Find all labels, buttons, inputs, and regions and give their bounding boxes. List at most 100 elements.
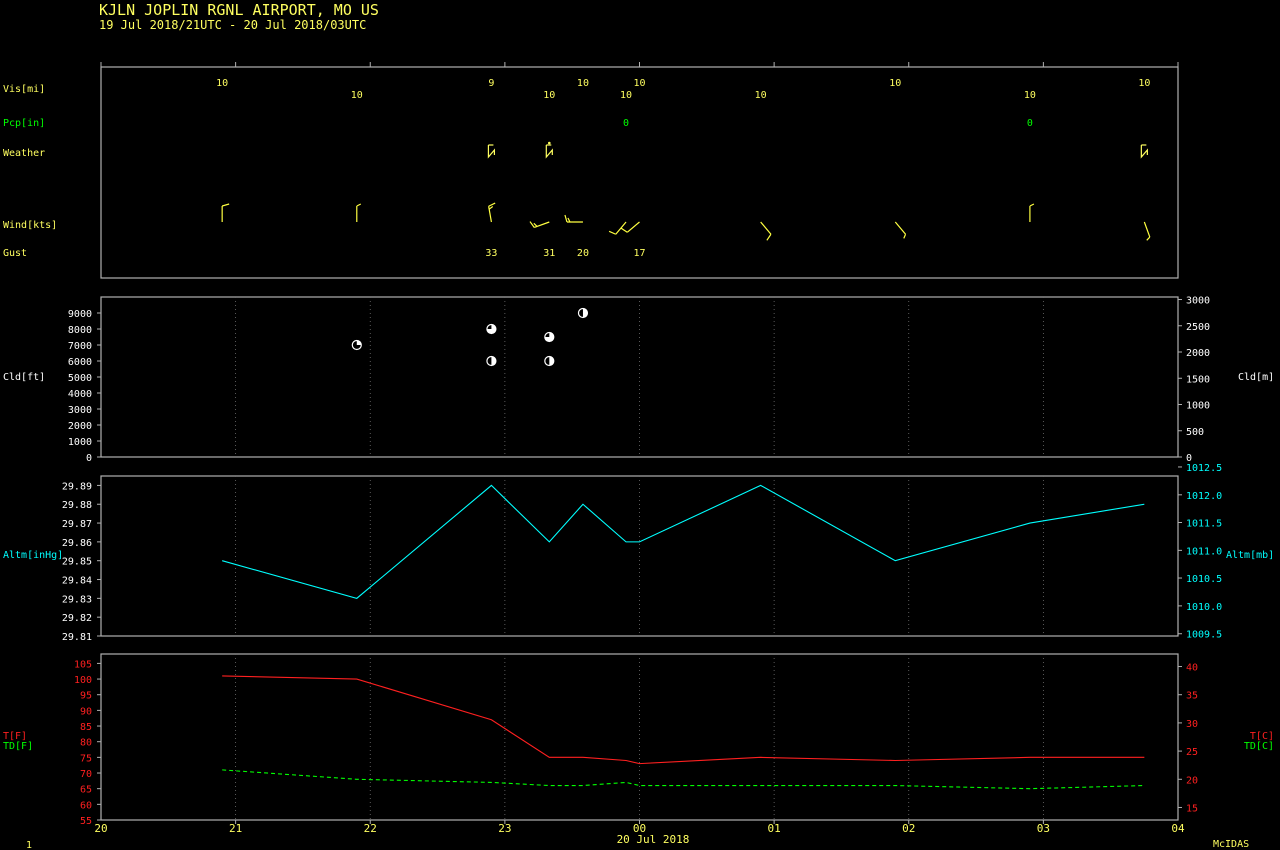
altimeter-mb-tick-label: 1011.5 bbox=[1186, 518, 1222, 529]
temp-f-tick-label: 85 bbox=[80, 722, 92, 733]
precip-value: 0 bbox=[623, 118, 629, 129]
altimeter-inhg-tick-label: 29.81 bbox=[62, 632, 92, 643]
precip-value: 0 bbox=[1027, 118, 1033, 129]
x-tick-label: 20 bbox=[94, 822, 107, 835]
dewpoint-c-axis-title: TD[C] bbox=[1244, 741, 1274, 752]
temp-c-tick-label: 35 bbox=[1186, 691, 1198, 702]
temp-c-tick-label: 30 bbox=[1186, 719, 1198, 730]
gust-value: 17 bbox=[633, 248, 645, 259]
cloud-ft-tick-label: 9000 bbox=[68, 309, 92, 320]
altimeter-inhg-axis-title: Altm[inHg] bbox=[3, 550, 63, 561]
temp-c-tick-label: 15 bbox=[1186, 803, 1198, 814]
dewpoint-line bbox=[222, 769, 1145, 790]
visibility-value: 10 bbox=[633, 78, 645, 89]
visibility-value: 10 bbox=[1138, 78, 1150, 89]
cloud-cover-marker bbox=[544, 331, 555, 343]
wind-barb-flag bbox=[356, 203, 362, 207]
weather-symbol-stroke bbox=[487, 145, 496, 159]
wind-barb-staff bbox=[1143, 221, 1151, 238]
temp-f-tick-label: 75 bbox=[80, 753, 92, 764]
altimeter-line bbox=[222, 484, 1145, 599]
meteogram: KJLN JOPLIN RGNL AIRPORT, MO US 19 Jul 2… bbox=[3, 1, 1274, 850]
temp-f-tick-label: 100 bbox=[74, 675, 92, 686]
cloud-cover-marker bbox=[486, 355, 497, 367]
altimeter-inhg-tick-label: 29.86 bbox=[62, 538, 92, 549]
visibility-value: 9 bbox=[488, 78, 494, 89]
wind-barb-staff bbox=[894, 221, 907, 235]
temp-c-tick-label: 40 bbox=[1186, 663, 1198, 674]
cloud-cover-fill bbox=[356, 340, 362, 345]
altimeter-inhg-tick-label: 29.84 bbox=[62, 576, 92, 587]
thunderstorm-icon bbox=[487, 144, 496, 159]
visibility-value: 10 bbox=[543, 90, 555, 101]
visibility-value: 10 bbox=[577, 78, 589, 89]
altimeter-mb-tick-label: 1009.5 bbox=[1186, 630, 1222, 641]
altimeter-mb-tick-label: 1012.0 bbox=[1186, 491, 1222, 502]
thunderstorm-icon bbox=[1140, 144, 1148, 159]
cloud-ft-tick-label: 7000 bbox=[68, 341, 92, 352]
wind-barb-flag bbox=[529, 221, 535, 228]
station-title: KJLN JOPLIN RGNL AIRPORT, MO US bbox=[99, 1, 379, 19]
visibility-value: 10 bbox=[755, 90, 767, 101]
temperature-line bbox=[222, 675, 1145, 765]
wind-barb-flag bbox=[221, 203, 230, 207]
wind-barb-flag bbox=[1029, 203, 1035, 207]
visibility-row-label: Vis[mi] bbox=[3, 84, 45, 95]
temp-f-tick-label: 80 bbox=[80, 738, 92, 749]
wind-barb-flag bbox=[903, 234, 907, 239]
cloud-m-tick-label: 2500 bbox=[1186, 322, 1210, 333]
cloud-m-axis-title: Cld[m] bbox=[1238, 372, 1274, 383]
visibility-value: 10 bbox=[216, 78, 228, 89]
cloud-m-tick-label: 500 bbox=[1186, 427, 1204, 438]
x-tick-label: 23 bbox=[498, 822, 511, 835]
visibility-value: 10 bbox=[1024, 90, 1036, 101]
cloud-m-tick-label: 2000 bbox=[1186, 348, 1210, 359]
mcidas-label: McIDAS bbox=[1213, 839, 1249, 850]
altimeter-inhg-tick-label: 29.87 bbox=[62, 519, 92, 530]
date-label: 20 Jul 2018 bbox=[617, 833, 690, 846]
altimeter-inhg-tick-label: 29.85 bbox=[62, 557, 92, 568]
cloud-cover-marker bbox=[351, 339, 362, 351]
frame-number: 1 bbox=[26, 840, 32, 850]
precip-row-label: Pcp[in] bbox=[3, 118, 45, 129]
cloud-ft-tick-label: 0 bbox=[86, 453, 92, 464]
chart-marks: 20 21 22 23 00 01 02 03 041010910101010101010100… bbox=[62, 62, 1222, 835]
temp-f-tick-label: 90 bbox=[80, 706, 92, 717]
altimeter-inhg-tick-label: 29.83 bbox=[62, 594, 92, 605]
x-tick-label: 21 bbox=[229, 822, 242, 835]
cloud-ft-tick-label: 2000 bbox=[68, 421, 92, 432]
wind-barb-flag bbox=[620, 227, 628, 233]
altimeter-mb-tick-label: 1010.5 bbox=[1186, 574, 1222, 585]
temp-f-tick-label: 55 bbox=[80, 816, 92, 827]
cloud-ft-tick-label: 6000 bbox=[68, 357, 92, 368]
wind-barb-flag bbox=[533, 222, 538, 227]
temp-c-tick-label: 25 bbox=[1186, 747, 1198, 758]
cloud-ft-tick-label: 5000 bbox=[68, 373, 92, 384]
gust-value: 33 bbox=[485, 248, 497, 259]
cloud-cover-marker bbox=[577, 307, 589, 319]
cloud-ft-tick-label: 1000 bbox=[68, 437, 92, 448]
x-tick-label: 01 bbox=[768, 822, 781, 835]
altimeter-inhg-tick-label: 29.89 bbox=[62, 481, 92, 492]
temp-f-tick-label: 95 bbox=[80, 691, 92, 702]
gust-value: 20 bbox=[577, 248, 589, 259]
temp-f-tick-label: 70 bbox=[80, 769, 92, 780]
obs-panel-frame bbox=[100, 66, 1179, 279]
altimeter-mb-axis-title: Altm[mb] bbox=[1226, 550, 1274, 561]
wind-barb-flag bbox=[488, 202, 496, 207]
x-tick-label: 03 bbox=[1037, 822, 1050, 835]
wind-barb-staff bbox=[760, 221, 772, 235]
wind-barb-staff bbox=[615, 221, 627, 235]
thunderstorm-rain-icon bbox=[545, 141, 553, 159]
weather-row-label: Weather bbox=[3, 148, 45, 159]
cloud-ft-tick-label: 8000 bbox=[68, 325, 92, 336]
weather-symbol-stroke bbox=[545, 145, 553, 159]
wind-row-label: Wind[kts] bbox=[3, 220, 57, 231]
wind-barb-staff bbox=[626, 221, 640, 233]
wind-barb-flag bbox=[766, 233, 772, 241]
cloud-m-tick-label: 1000 bbox=[1186, 401, 1210, 412]
visibility-value: 10 bbox=[889, 78, 901, 89]
altimeter-mb-tick-label: 1011.0 bbox=[1186, 546, 1222, 557]
altimeter-mb-tick-label: 1010.0 bbox=[1186, 602, 1222, 613]
wind-barb-flag bbox=[488, 206, 494, 210]
